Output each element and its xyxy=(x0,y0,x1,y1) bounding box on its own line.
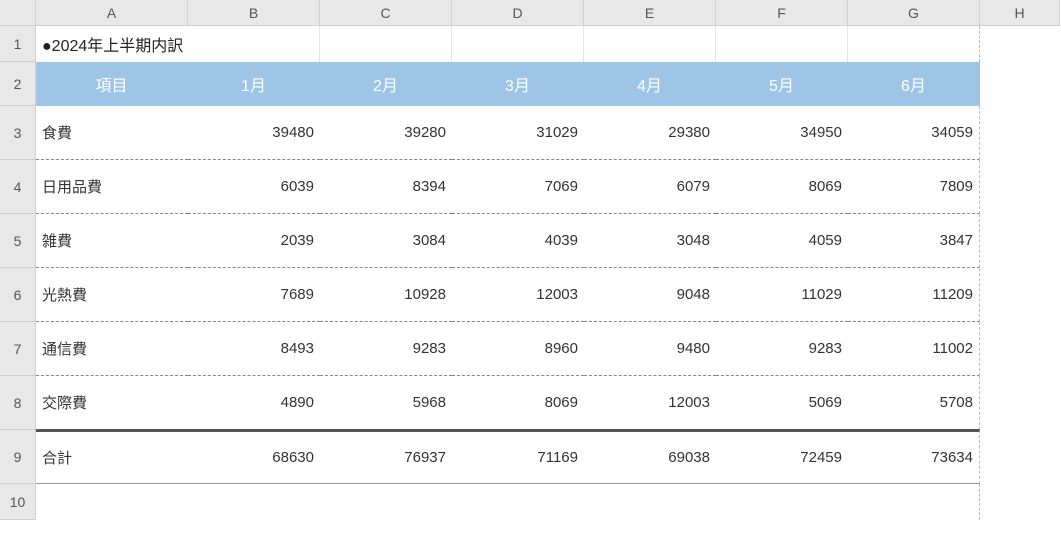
cell-value[interactable]: 12003 xyxy=(584,376,716,430)
total-value[interactable]: 68630 xyxy=(188,430,320,484)
table-header-item[interactable]: 項目 xyxy=(36,62,188,106)
cell-value[interactable]: 2039 xyxy=(188,214,320,268)
cell-value[interactable]: 10928 xyxy=(320,268,452,322)
cell-value[interactable]: 12003 xyxy=(452,268,584,322)
col-header-H[interactable]: H xyxy=(980,0,1060,26)
cell-H5[interactable] xyxy=(980,214,1060,268)
cell-value[interactable]: 11029 xyxy=(716,268,848,322)
table-header-apr[interactable]: 4月 xyxy=(584,62,716,106)
cell-value[interactable]: 7809 xyxy=(848,160,980,214)
cell-E1[interactable] xyxy=(584,26,716,62)
total-label[interactable]: 合計 xyxy=(36,430,188,484)
col-header-C[interactable]: C xyxy=(320,0,452,26)
row-header-7[interactable]: 7 xyxy=(0,322,36,376)
row-label[interactable]: 交際費 xyxy=(36,376,188,430)
cell-value[interactable]: 7689 xyxy=(188,268,320,322)
table-header-jun[interactable]: 6月 xyxy=(848,62,980,106)
cell-value[interactable]: 31029 xyxy=(452,106,584,160)
row-header-9[interactable]: 9 xyxy=(0,430,36,484)
cell-B10[interactable] xyxy=(188,484,320,520)
cell-H2[interactable] xyxy=(980,62,1060,106)
total-value[interactable]: 76937 xyxy=(320,430,452,484)
cell-value[interactable]: 5968 xyxy=(320,376,452,430)
row-header-6[interactable]: 6 xyxy=(0,268,36,322)
row-header-4[interactable]: 4 xyxy=(0,160,36,214)
cell-value[interactable]: 4890 xyxy=(188,376,320,430)
cell-C10[interactable] xyxy=(320,484,452,520)
cell-F1[interactable] xyxy=(716,26,848,62)
col-header-A[interactable]: A xyxy=(36,0,188,26)
cell-H6[interactable] xyxy=(980,268,1060,322)
cell-D1[interactable] xyxy=(452,26,584,62)
row-header-2[interactable]: 2 xyxy=(0,62,36,106)
cell-value[interactable]: 6039 xyxy=(188,160,320,214)
row-header-8[interactable]: 8 xyxy=(0,376,36,430)
row-header-3[interactable]: 3 xyxy=(0,106,36,160)
cell-value[interactable]: 5069 xyxy=(716,376,848,430)
row-label[interactable]: 日用品費 xyxy=(36,160,188,214)
cell-value[interactable]: 34059 xyxy=(848,106,980,160)
row-label[interactable]: 食費 xyxy=(36,106,188,160)
cell-value[interactable]: 4039 xyxy=(452,214,584,268)
col-header-G[interactable]: G xyxy=(848,0,980,26)
cell-H9[interactable] xyxy=(980,430,1060,484)
cell-H1[interactable] xyxy=(980,26,1060,62)
table-header-may[interactable]: 5月 xyxy=(716,62,848,106)
total-value[interactable]: 73634 xyxy=(848,430,980,484)
cell-value[interactable]: 29380 xyxy=(584,106,716,160)
row-label[interactable]: 光熱費 xyxy=(36,268,188,322)
cell-value[interactable]: 39480 xyxy=(188,106,320,160)
cell-value[interactable]: 11209 xyxy=(848,268,980,322)
cell-value[interactable]: 8493 xyxy=(188,322,320,376)
cell-G1[interactable] xyxy=(848,26,980,62)
cell-F10[interactable] xyxy=(716,484,848,520)
table-header-mar[interactable]: 3月 xyxy=(452,62,584,106)
title-cell[interactable]: ●2024年上半期内訳 xyxy=(36,26,320,62)
cell-value[interactable]: 8069 xyxy=(452,376,584,430)
cell-value[interactable]: 7069 xyxy=(452,160,584,214)
cell-H7[interactable] xyxy=(980,322,1060,376)
cell-value[interactable]: 39280 xyxy=(320,106,452,160)
cell-value[interactable]: 3048 xyxy=(584,214,716,268)
cell-H4[interactable] xyxy=(980,160,1060,214)
cell-value[interactable]: 6079 xyxy=(584,160,716,214)
cell-value[interactable]: 9048 xyxy=(584,268,716,322)
cell-H8[interactable] xyxy=(980,376,1060,430)
col-header-D[interactable]: D xyxy=(452,0,584,26)
cell-E10[interactable] xyxy=(584,484,716,520)
cell-C1[interactable] xyxy=(320,26,452,62)
cell-value[interactable]: 3084 xyxy=(320,214,452,268)
cell-value[interactable]: 11002 xyxy=(848,322,980,376)
cell-value[interactable]: 4059 xyxy=(716,214,848,268)
cell-value[interactable]: 34950 xyxy=(716,106,848,160)
total-value[interactable]: 69038 xyxy=(584,430,716,484)
spreadsheet-grid: A B C D E F G H 1 ●2024年上半期内訳 2 項目 1月 2月… xyxy=(0,0,1061,520)
cell-value[interactable]: 9283 xyxy=(716,322,848,376)
cell-A10[interactable] xyxy=(36,484,188,520)
cell-value[interactable]: 9283 xyxy=(320,322,452,376)
cell-value[interactable]: 8394 xyxy=(320,160,452,214)
col-header-F[interactable]: F xyxy=(716,0,848,26)
corner-cell[interactable] xyxy=(0,0,36,26)
cell-value[interactable]: 3847 xyxy=(848,214,980,268)
total-value[interactable]: 71169 xyxy=(452,430,584,484)
col-header-E[interactable]: E xyxy=(584,0,716,26)
cell-H3[interactable] xyxy=(980,106,1060,160)
row-label[interactable]: 雑費 xyxy=(36,214,188,268)
cell-value[interactable]: 8069 xyxy=(716,160,848,214)
row-header-1[interactable]: 1 xyxy=(0,26,36,62)
row-header-5[interactable]: 5 xyxy=(0,214,36,268)
row-header-10[interactable]: 10 xyxy=(0,484,36,520)
cell-value[interactable]: 5708 xyxy=(848,376,980,430)
cell-value[interactable]: 8960 xyxy=(452,322,584,376)
row-label[interactable]: 通信費 xyxy=(36,322,188,376)
cell-G10[interactable] xyxy=(848,484,980,520)
cell-D10[interactable] xyxy=(452,484,584,520)
cell-H10[interactable] xyxy=(980,484,1060,520)
cell-value[interactable]: 9480 xyxy=(584,322,716,376)
col-header-B[interactable]: B xyxy=(188,0,320,26)
table-header-feb[interactable]: 2月 xyxy=(320,62,452,106)
table-header-jan[interactable]: 1月 xyxy=(188,62,320,106)
total-value[interactable]: 72459 xyxy=(716,430,848,484)
